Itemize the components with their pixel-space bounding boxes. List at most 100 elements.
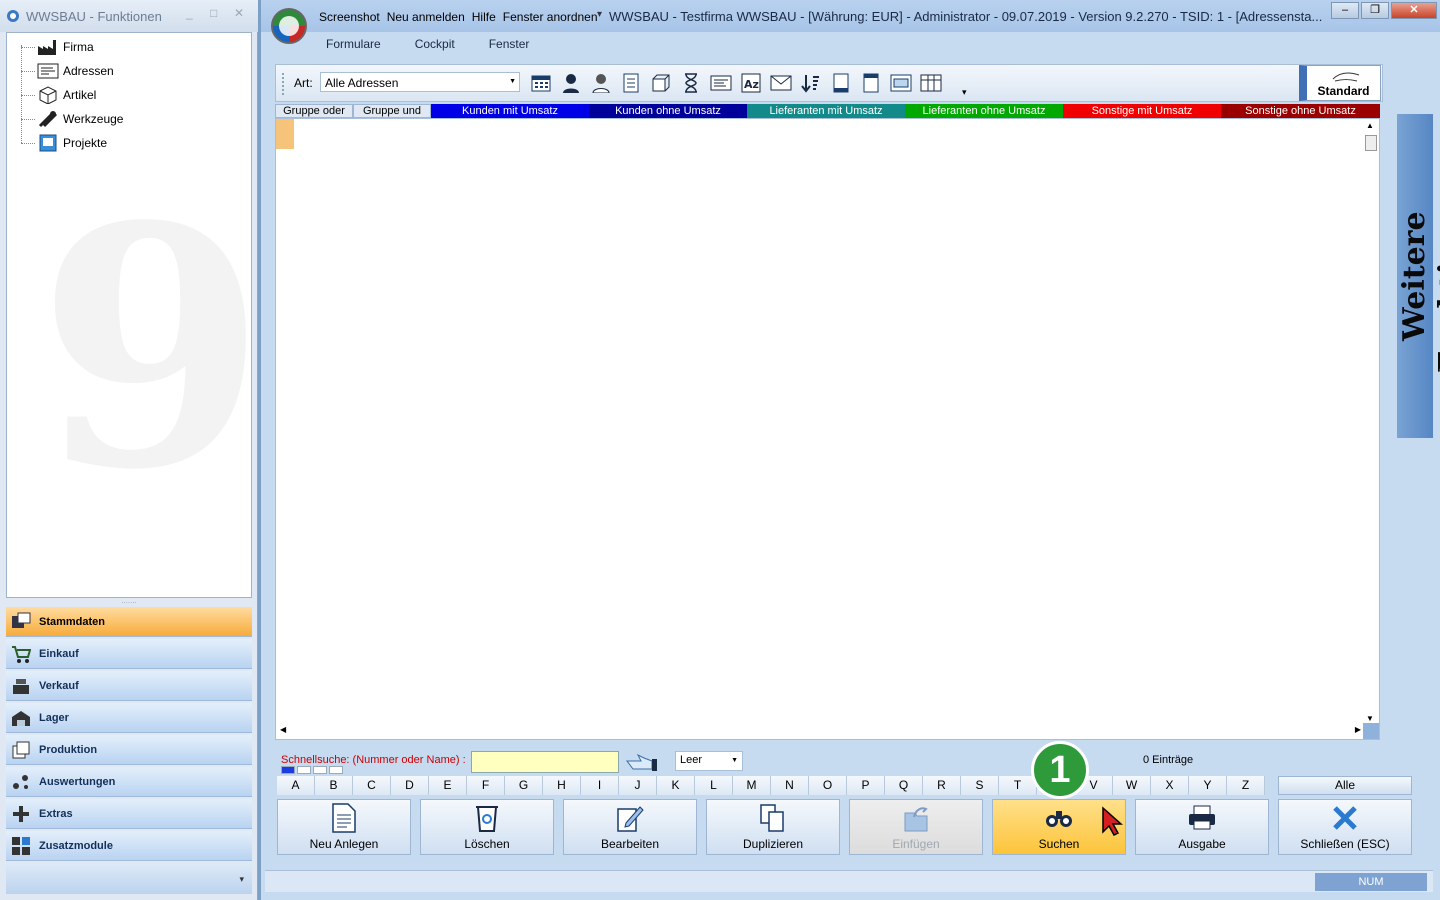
customize-quick-menu-icon[interactable]: ▾: [597, 9, 602, 20]
toolbar-overflow-icon[interactable]: ▾: [962, 87, 967, 98]
maximize-button[interactable]: □: [210, 6, 217, 20]
person-outline-icon[interactable]: [590, 70, 612, 96]
page-icon[interactable]: [830, 70, 852, 96]
nav-extras[interactable]: Extras: [6, 799, 252, 829]
letter-x[interactable]: X: [1151, 776, 1189, 795]
row-selector[interactable]: [276, 119, 294, 149]
scroll-thumb[interactable]: [1365, 135, 1377, 151]
quick-menu-hilfe[interactable]: Hilfe: [472, 10, 496, 24]
mode-indicator[interactable]: [281, 766, 295, 774]
letter-j[interactable]: J: [619, 776, 657, 795]
menu-cockpit[interactable]: Cockpit: [398, 34, 472, 54]
card-icon[interactable]: [710, 70, 732, 96]
letter-s[interactable]: S: [961, 776, 999, 795]
close-button[interactable]: ✕: [1391, 2, 1437, 19]
scroll-up-icon[interactable]: ▲: [1366, 121, 1374, 130]
group-gruppe-und[interactable]: Gruppe und: [353, 104, 431, 118]
az-icon[interactable]: Az: [740, 70, 762, 96]
letter-y[interactable]: Y: [1189, 776, 1227, 795]
letter-d[interactable]: D: [391, 776, 429, 795]
tree-item-werkzeuge[interactable]: Werkzeuge: [21, 109, 123, 129]
letter-q[interactable]: Q: [885, 776, 923, 795]
empty-filter-select[interactable]: Leer ▼: [675, 751, 743, 771]
group-lieferanten-mit-umsatz[interactable]: Lieferanten mit Umsatz: [747, 104, 905, 118]
menu-fenster[interactable]: Fenster: [472, 34, 547, 54]
tree-item-adressen[interactable]: Adressen: [21, 61, 114, 81]
art-select[interactable]: Alle Adressen ▼: [320, 72, 520, 92]
group-lieferanten-ohne-umsatz[interactable]: Lieferanten ohne Umsatz: [905, 104, 1063, 118]
delete-button[interactable]: Löschen: [420, 799, 554, 855]
all-letters-button[interactable]: Alle: [1278, 776, 1412, 795]
letter-b[interactable]: B: [315, 776, 353, 795]
scroll-right-icon[interactable]: ▶: [1355, 725, 1361, 734]
standard-button[interactable]: Standard: [1299, 65, 1381, 101]
edit-button[interactable]: Bearbeiten: [563, 799, 697, 855]
letter-n[interactable]: N: [771, 776, 809, 795]
more-functions-panel[interactable]: Weitere Funktionen: [1397, 114, 1440, 438]
restore-button[interactable]: ❐: [1361, 2, 1389, 19]
nav-verkauf[interactable]: Verkauf: [6, 671, 252, 701]
quick-search-input[interactable]: [471, 751, 619, 773]
quick-menu-screenshot[interactable]: Screenshot: [319, 10, 380, 24]
tree-item-firma[interactable]: Firma: [21, 37, 94, 57]
letter-k[interactable]: K: [657, 776, 695, 795]
letter-z[interactable]: Z: [1227, 776, 1265, 795]
nav-auswertungen[interactable]: Auswertungen: [6, 767, 252, 797]
letter-p[interactable]: P: [847, 776, 885, 795]
nav-lager[interactable]: Lager: [6, 703, 252, 733]
paste-button[interactable]: Einfügen: [849, 799, 983, 855]
person-icon[interactable]: [560, 70, 582, 96]
letter-w[interactable]: W: [1113, 776, 1151, 795]
letter-c[interactable]: C: [353, 776, 391, 795]
mode-indicator[interactable]: [313, 766, 327, 774]
letter-a[interactable]: A: [277, 776, 315, 795]
scroll-down-icon[interactable]: ▼: [1366, 714, 1374, 723]
panel-splitter[interactable]: .......: [6, 597, 252, 606]
nav-produktion[interactable]: Produktion: [6, 735, 252, 765]
quick-menu-neu-anmelden[interactable]: Neu anmelden: [387, 10, 465, 24]
table-icon[interactable]: [920, 70, 942, 96]
mail-icon[interactable]: [770, 70, 792, 96]
cube-icon[interactable]: [650, 70, 672, 96]
close-button[interactable]: ✕: [234, 6, 244, 20]
letter-i[interactable]: I: [581, 776, 619, 795]
letter-o[interactable]: O: [809, 776, 847, 795]
vertical-scrollbar[interactable]: ▲ ▼: [1363, 119, 1379, 725]
calendar-icon[interactable]: [530, 70, 552, 96]
letter-m[interactable]: M: [733, 776, 771, 795]
quick-menu-fenster-anordnen[interactable]: Fenster anordnen: [503, 10, 598, 24]
list-icon[interactable]: [620, 70, 642, 96]
app-logo-icon[interactable]: [271, 8, 307, 44]
minimize-button[interactable]: –: [1331, 2, 1359, 19]
pointing-hand-icon[interactable]: [625, 751, 659, 773]
letter-l[interactable]: L: [695, 776, 733, 795]
letter-h[interactable]: H: [543, 776, 581, 795]
group-sonstige-ohne-umsatz[interactable]: Sonstige ohne Umsatz: [1221, 104, 1380, 118]
mode-indicator[interactable]: [297, 766, 311, 774]
output-button[interactable]: Ausgabe: [1135, 799, 1269, 855]
duplicate-button[interactable]: Duplizieren: [706, 799, 840, 855]
letter-e[interactable]: E: [429, 776, 467, 795]
hourglass-icon[interactable]: [680, 70, 702, 96]
screen-icon[interactable]: [890, 70, 912, 96]
letter-r[interactable]: R: [923, 776, 961, 795]
nav-einkauf[interactable]: Einkauf: [6, 639, 252, 669]
horizontal-scrollbar[interactable]: ◀ ▶: [276, 723, 1365, 739]
group-gruppe-oder[interactable]: Gruppe oder: [275, 104, 353, 118]
tree-item-projekte[interactable]: Projekte: [21, 133, 107, 153]
nav-zusatzmodule[interactable]: Zusatzmodule: [6, 831, 252, 861]
address-grid[interactable]: ▲ ▼ ◀ ▶: [275, 118, 1380, 740]
close-esc-button[interactable]: Schließen (ESC): [1278, 799, 1412, 855]
sort-icon[interactable]: [800, 70, 822, 96]
minimize-button[interactable]: _: [186, 6, 193, 20]
new-button[interactable]: Neu Anlegen: [277, 799, 411, 855]
nav-overflow-button[interactable]: ▾: [6, 864, 252, 894]
scroll-left-icon[interactable]: ◀: [280, 725, 286, 734]
window-icon[interactable]: [860, 70, 882, 96]
menu-formulare[interactable]: Formulare: [309, 34, 398, 54]
letter-g[interactable]: G: [505, 776, 543, 795]
group-kunden-ohne-umsatz[interactable]: Kunden ohne Umsatz: [589, 104, 747, 118]
mode-indicator[interactable]: [329, 766, 343, 774]
group-sonstige-mit-umsatz[interactable]: Sonstige mit Umsatz: [1063, 104, 1221, 118]
group-kunden-mit-umsatz[interactable]: Kunden mit Umsatz: [431, 104, 589, 118]
